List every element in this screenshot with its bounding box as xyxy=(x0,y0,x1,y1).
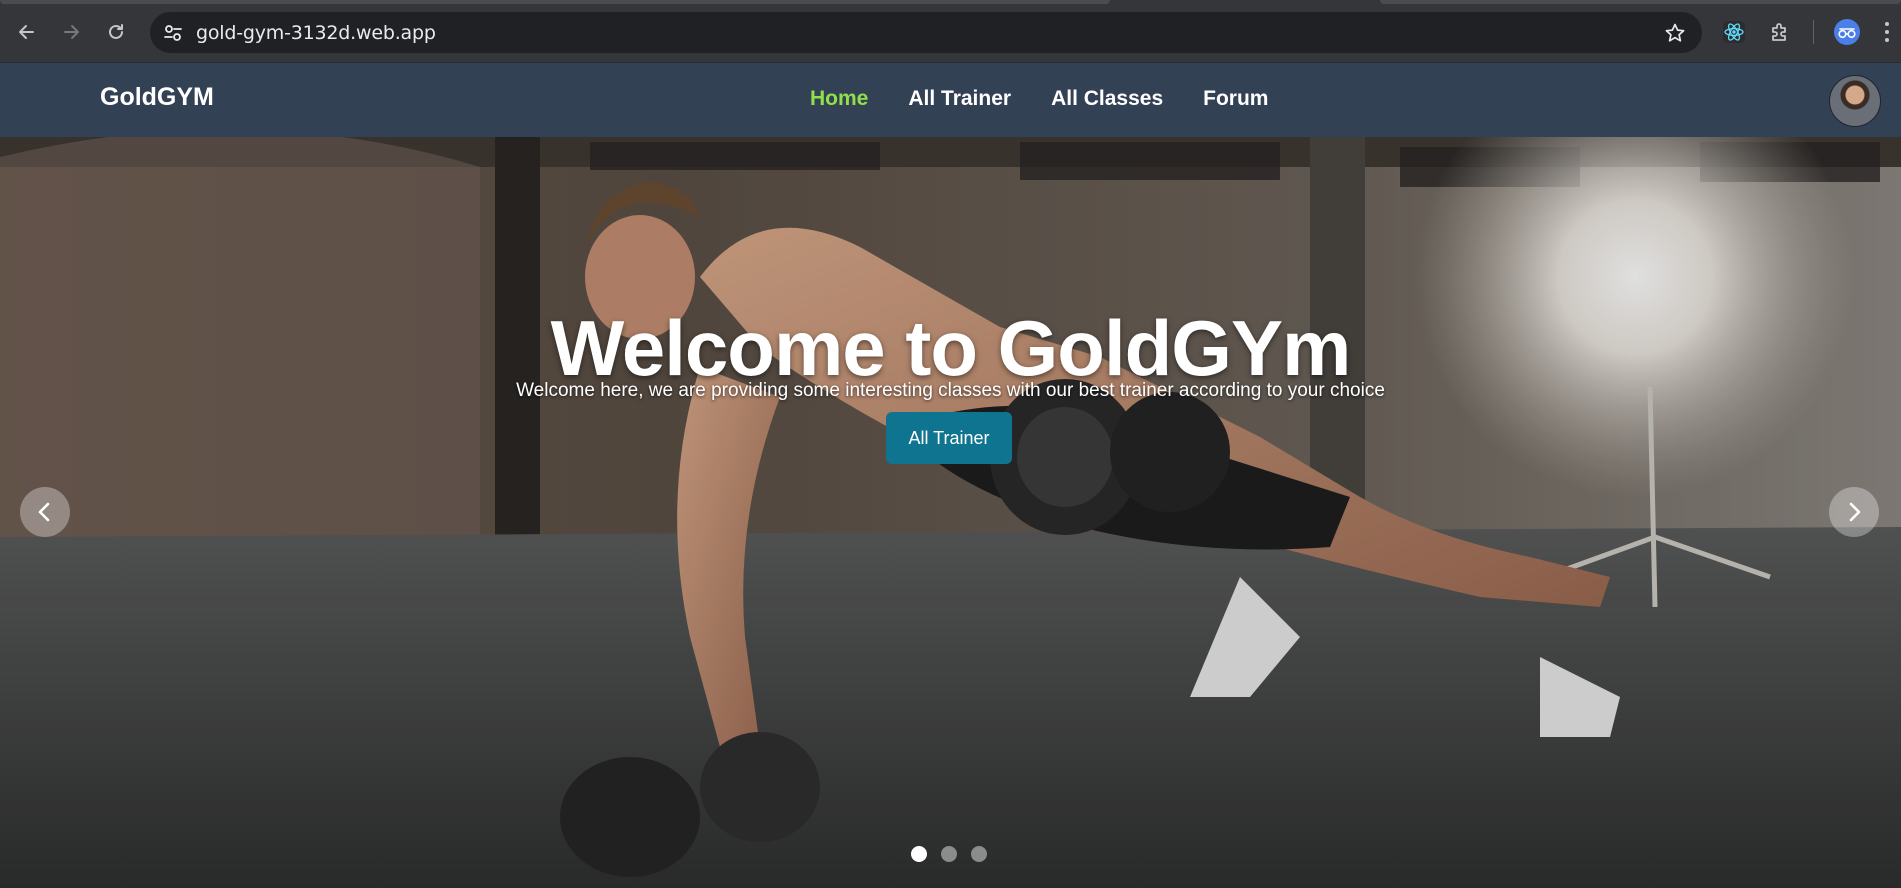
browser-toolbar: gold-gym-3132d.web.app xyxy=(0,0,1901,63)
nav-link-all-classes[interactable]: All Classes xyxy=(1051,87,1163,111)
nav-link-home[interactable]: Home xyxy=(810,87,868,111)
chevron-right-icon xyxy=(1849,502,1861,522)
carousel-next-button[interactable] xyxy=(1829,487,1879,537)
arrow-left-icon xyxy=(19,25,34,39)
carousel-dot[interactable] xyxy=(911,846,927,862)
tab-strip xyxy=(1380,0,1901,4)
url-text[interactable]: gold-gym-3132d.web.app xyxy=(196,22,436,44)
carousel-prev-button[interactable] xyxy=(20,487,70,537)
hero-subtitle: Welcome here, we are providing some inte… xyxy=(516,380,1385,401)
back-button[interactable] xyxy=(9,14,45,50)
carousel-dot[interactable] xyxy=(941,846,957,862)
reload-button[interactable] xyxy=(98,14,134,50)
user-avatar[interactable] xyxy=(1829,75,1881,127)
brand-logo[interactable]: GoldGYM xyxy=(100,83,214,112)
kebab-menu-icon[interactable] xyxy=(1883,20,1891,44)
nav-link-all-trainer[interactable]: All Trainer xyxy=(908,87,1011,111)
incognito-avatar-icon xyxy=(1838,28,1856,39)
star-icon[interactable] xyxy=(1664,22,1686,44)
toolbar-divider xyxy=(1813,20,1814,44)
address-bar[interactable]: gold-gym-3132d.web.app xyxy=(150,12,1702,53)
react-icon[interactable] xyxy=(1722,20,1746,44)
nav-link-forum[interactable]: Forum xyxy=(1203,87,1268,111)
profile-button[interactable] xyxy=(1834,19,1860,45)
hero-background-image xyxy=(0,137,1901,888)
main-menu: Home All Trainer All Classes Forum xyxy=(810,87,1268,111)
arrow-right-icon xyxy=(64,25,79,39)
carousel-dot[interactable] xyxy=(971,846,987,862)
site-navbar: GoldGYM Home All Trainer All Classes For… xyxy=(0,63,1901,137)
all-trainer-button[interactable]: All Trainer xyxy=(886,412,1012,464)
hero-carousel: Welcome to GoldGYm Welcome here, we are … xyxy=(0,137,1901,888)
puzzle-icon[interactable] xyxy=(1768,20,1792,44)
chevron-left-icon xyxy=(38,502,50,522)
tune-icon[interactable] xyxy=(162,22,184,44)
forward-button[interactable] xyxy=(53,14,89,50)
carousel-indicators xyxy=(911,846,987,862)
reload-icon xyxy=(109,24,123,39)
tab-strip xyxy=(0,0,1110,4)
